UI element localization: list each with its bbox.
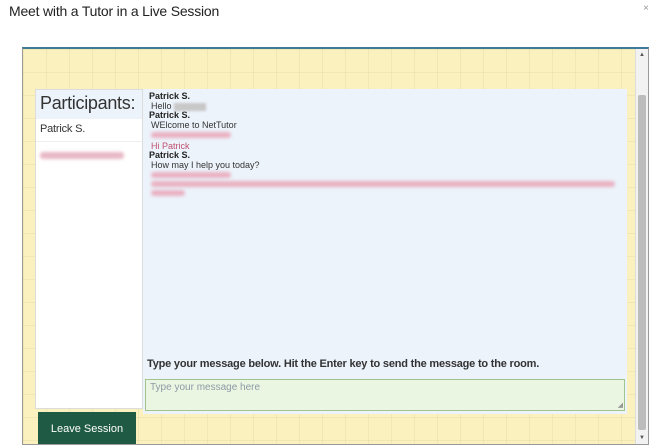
redacted-name	[173, 102, 206, 111]
message-text: Hi Patrick	[151, 141, 190, 151]
redacted-text	[151, 181, 615, 187]
live-session-frame: ▲ ▼ Participants: Patrick S. Patrick S. …	[22, 47, 649, 445]
participants-heading: Participants:	[36, 90, 142, 119]
redacted-text	[151, 190, 185, 196]
message-input[interactable]	[145, 379, 625, 411]
participant-item: Patrick S.	[36, 119, 142, 142]
chat-message-redacted	[147, 172, 623, 196]
redacted-sender	[151, 132, 231, 138]
resize-grip-icon[interactable]: ◢	[618, 402, 623, 409]
message-sender: Patrick S.	[149, 110, 191, 120]
message-sender: Patrick S.	[149, 150, 191, 160]
chat-message: Patrick S. Hello	[147, 92, 623, 111]
vertical-scrollbar[interactable]: ▲ ▼	[635, 49, 648, 444]
page-title: Meet with a Tutor in a Live Session	[9, 3, 220, 19]
message-sender: Patrick S.	[149, 91, 191, 101]
message-text: How may I help you today?	[151, 160, 260, 170]
chat-message: Hi Patrick	[147, 132, 623, 151]
chat-log: Patrick S. Hello Patrick S. WElcome to N…	[147, 92, 623, 196]
scroll-down-arrow-icon[interactable]: ▼	[636, 434, 648, 442]
chat-message: Patrick S. WElcome to NetTutor	[147, 110, 623, 131]
scroll-up-arrow-icon[interactable]: ▲	[636, 51, 648, 59]
scroll-thumb[interactable]	[638, 95, 646, 430]
participants-panel: Participants: Patrick S.	[35, 89, 143, 409]
message-text: WElcome to NetTutor	[151, 120, 237, 130]
participant-item-redacted	[36, 142, 142, 160]
chat-instructions: Type your message below. Hit the Enter k…	[147, 358, 540, 370]
chat-message: Patrick S. How may I help you today?	[147, 150, 623, 171]
close-icon[interactable]: ×	[643, 4, 649, 14]
leave-session-button[interactable]: Leave Session	[38, 412, 136, 444]
chat-panel: Patrick S. Hello Patrick S. WElcome to N…	[143, 89, 627, 414]
redacted-sender	[151, 172, 231, 178]
